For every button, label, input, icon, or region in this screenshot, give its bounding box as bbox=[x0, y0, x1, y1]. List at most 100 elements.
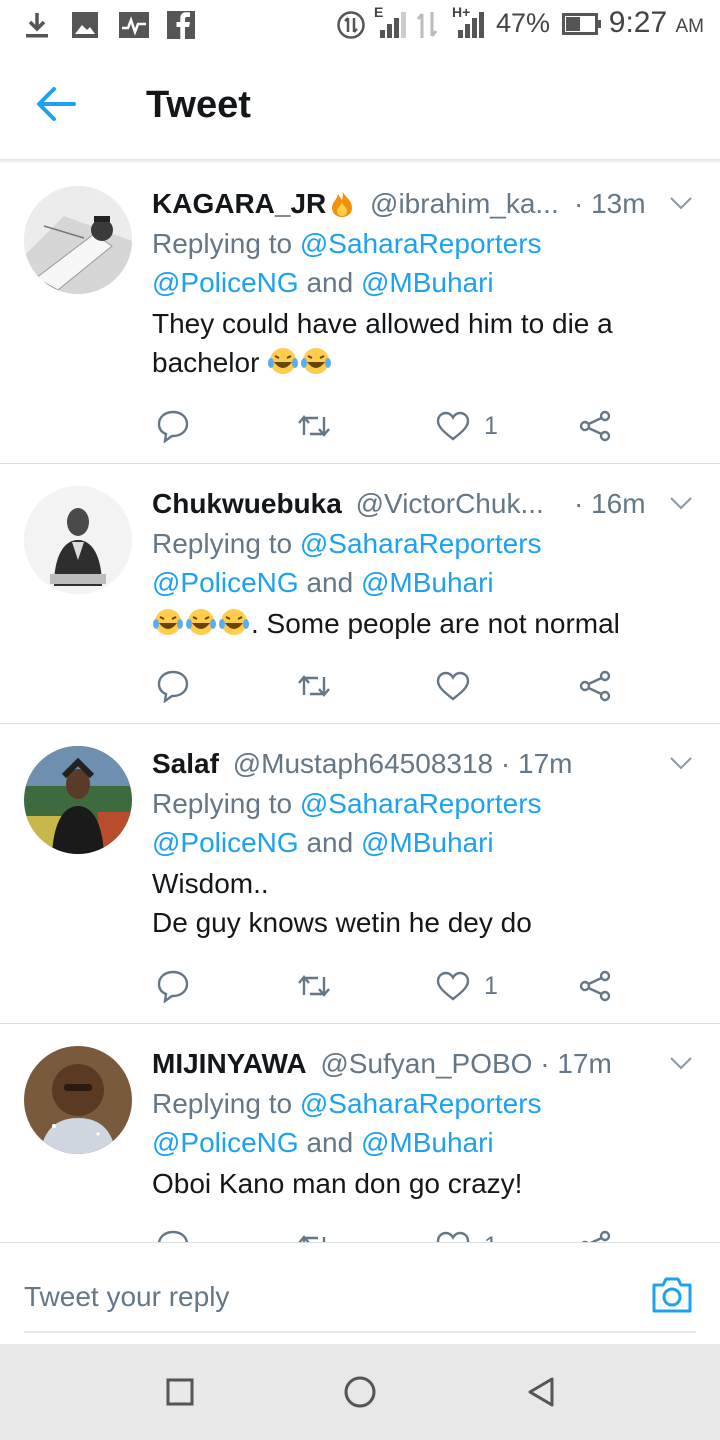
tweet-card[interactable]: Salaf @Mustaph64508318 · 17m Replying to… bbox=[0, 724, 720, 1024]
retweet-button[interactable] bbox=[296, 406, 332, 446]
mention-link[interactable]: @SaharaReporters bbox=[300, 228, 542, 259]
download-icon bbox=[26, 13, 48, 38]
tweet-card[interactable]: MIJINYAWA @Sufyan_POBO · 17m Replying to… bbox=[0, 1024, 720, 1242]
like-button[interactable]: 1 bbox=[436, 966, 498, 1006]
user-handle[interactable]: @Sufyan_POBO bbox=[320, 1048, 532, 1079]
data-saver-icon bbox=[337, 11, 365, 39]
chevron-down-icon[interactable] bbox=[668, 190, 694, 216]
retweet-icon bbox=[298, 675, 330, 697]
retweet-icon bbox=[298, 975, 330, 997]
user-handle[interactable]: @VictorChuk... bbox=[356, 488, 544, 519]
mention-link[interactable]: @PoliceNG bbox=[152, 1127, 299, 1158]
reply-button[interactable] bbox=[156, 1226, 190, 1242]
display-name[interactable]: KAGARA_JR bbox=[152, 188, 326, 219]
facebook-icon bbox=[167, 11, 195, 39]
share-button[interactable] bbox=[578, 406, 612, 446]
tweet-card[interactable]: Chukwuebuka @VictorChuk... · 16m Replyin… bbox=[0, 464, 720, 724]
signal-icon bbox=[380, 12, 406, 38]
like-button[interactable]: 1 bbox=[436, 406, 498, 446]
activity-icon bbox=[119, 12, 149, 38]
display-name[interactable]: Chukwuebuka bbox=[152, 488, 342, 519]
avatar[interactable] bbox=[24, 746, 132, 854]
timestamp: 17m bbox=[518, 748, 573, 779]
mention-link[interactable]: @SaharaReporters bbox=[300, 788, 542, 819]
display-name[interactable]: Salaf bbox=[152, 748, 219, 779]
mention-link[interactable]: @MBuhari bbox=[361, 267, 494, 298]
fire-emoji bbox=[332, 190, 353, 217]
camera-icon[interactable] bbox=[650, 1275, 694, 1315]
share-button[interactable] bbox=[578, 966, 612, 1006]
mention-link[interactable]: @MBuhari bbox=[361, 567, 494, 598]
battery-icon bbox=[562, 13, 601, 35]
share-button[interactable] bbox=[578, 1226, 612, 1242]
retweet-icon bbox=[298, 415, 330, 437]
timestamp: 17m bbox=[557, 1048, 612, 1079]
reply-icon bbox=[157, 970, 189, 1003]
tweet-text: Oboi Kano man don go crazy! bbox=[152, 1168, 523, 1199]
chevron-down-icon[interactable] bbox=[668, 1050, 694, 1076]
mention-link[interactable]: @PoliceNG bbox=[152, 267, 299, 298]
laughing-emoji bbox=[219, 609, 249, 635]
signal-icon bbox=[458, 12, 484, 38]
retweet-button[interactable] bbox=[296, 666, 332, 706]
recents-square-icon[interactable] bbox=[166, 1378, 194, 1406]
reply-icon bbox=[158, 1230, 188, 1242]
share-icon bbox=[581, 1230, 611, 1242]
home-circle-icon[interactable] bbox=[343, 1375, 377, 1409]
display-name[interactable]: MIJINYAWA bbox=[152, 1048, 307, 1079]
replying-to: Replying to @SaharaReporters @PoliceNG a… bbox=[152, 228, 542, 298]
mention-link[interactable]: @SaharaReporters bbox=[300, 1088, 542, 1119]
avatar[interactable] bbox=[24, 486, 132, 594]
replies-list[interactable]: KAGARA_JR @ibrahim_ka... · 13m Replying … bbox=[0, 164, 720, 1242]
tweet-text: They could have allowed him to die a bac… bbox=[152, 308, 613, 378]
like-button[interactable] bbox=[436, 666, 470, 706]
share-icon bbox=[579, 970, 611, 1002]
page-title: Tweet bbox=[146, 84, 251, 126]
app-bar: Tweet bbox=[0, 48, 720, 160]
retweet-icon bbox=[298, 1235, 326, 1242]
tweet-text: Wisdom.. De guy knows wetin he dey do bbox=[152, 868, 532, 938]
reply-icon bbox=[157, 410, 189, 443]
mention-link[interactable]: @MBuhari bbox=[361, 827, 494, 858]
reply-button[interactable] bbox=[156, 966, 190, 1006]
timestamp: 13m bbox=[591, 188, 646, 219]
reply-input[interactable] bbox=[24, 1263, 696, 1333]
tweet-actions: 1 bbox=[152, 966, 712, 1006]
battery-percent: 47% bbox=[496, 8, 551, 38]
tweet-card[interactable]: KAGARA_JR @ibrahim_ka... · 13m Replying … bbox=[0, 164, 720, 464]
chevron-down-icon[interactable] bbox=[668, 490, 694, 516]
tweet-text: . Some people are not normal bbox=[152, 604, 702, 643]
mention-link[interactable]: @SaharaReporters bbox=[300, 528, 542, 559]
mention-link[interactable]: @MBuhari bbox=[361, 1127, 494, 1158]
chevron-down-icon[interactable] bbox=[668, 750, 694, 776]
replying-to: Replying to @SaharaReporters @PoliceNG a… bbox=[152, 1088, 542, 1158]
laughing-emoji bbox=[301, 348, 332, 374]
heart-icon bbox=[436, 671, 470, 701]
back-triangle-icon[interactable] bbox=[526, 1376, 556, 1408]
share-icon bbox=[579, 670, 611, 702]
heart-icon bbox=[436, 971, 470, 1001]
clock: 9:27 AM bbox=[608, 6, 704, 39]
heart-icon bbox=[436, 411, 470, 441]
reply-button[interactable] bbox=[156, 666, 190, 706]
status-bar: E H+ 47% 9:27 AM bbox=[0, 0, 720, 48]
mention-link[interactable]: @PoliceNG bbox=[152, 567, 299, 598]
system-nav-bar bbox=[0, 1344, 720, 1440]
retweet-button[interactable] bbox=[296, 966, 332, 1006]
arrow-left-icon[interactable] bbox=[34, 84, 78, 124]
laughing-emoji bbox=[186, 609, 216, 635]
avatar[interactable] bbox=[24, 1046, 132, 1154]
share-button[interactable] bbox=[578, 666, 612, 706]
tweet-actions: 1 bbox=[152, 1226, 712, 1242]
avatar[interactable] bbox=[24, 186, 132, 294]
reply-button[interactable] bbox=[156, 406, 190, 446]
like-count: 1 bbox=[484, 1232, 498, 1243]
mention-link[interactable]: @PoliceNG bbox=[152, 827, 299, 858]
heart-icon bbox=[436, 1231, 470, 1242]
like-count: 1 bbox=[484, 971, 498, 1000]
like-button[interactable]: 1 bbox=[436, 1226, 498, 1242]
retweet-button[interactable] bbox=[296, 1226, 332, 1242]
user-handle[interactable]: @ibrahim_ka... bbox=[370, 188, 559, 219]
user-handle[interactable]: @Mustaph64508318 bbox=[233, 748, 493, 779]
laughing-emoji bbox=[153, 609, 183, 635]
